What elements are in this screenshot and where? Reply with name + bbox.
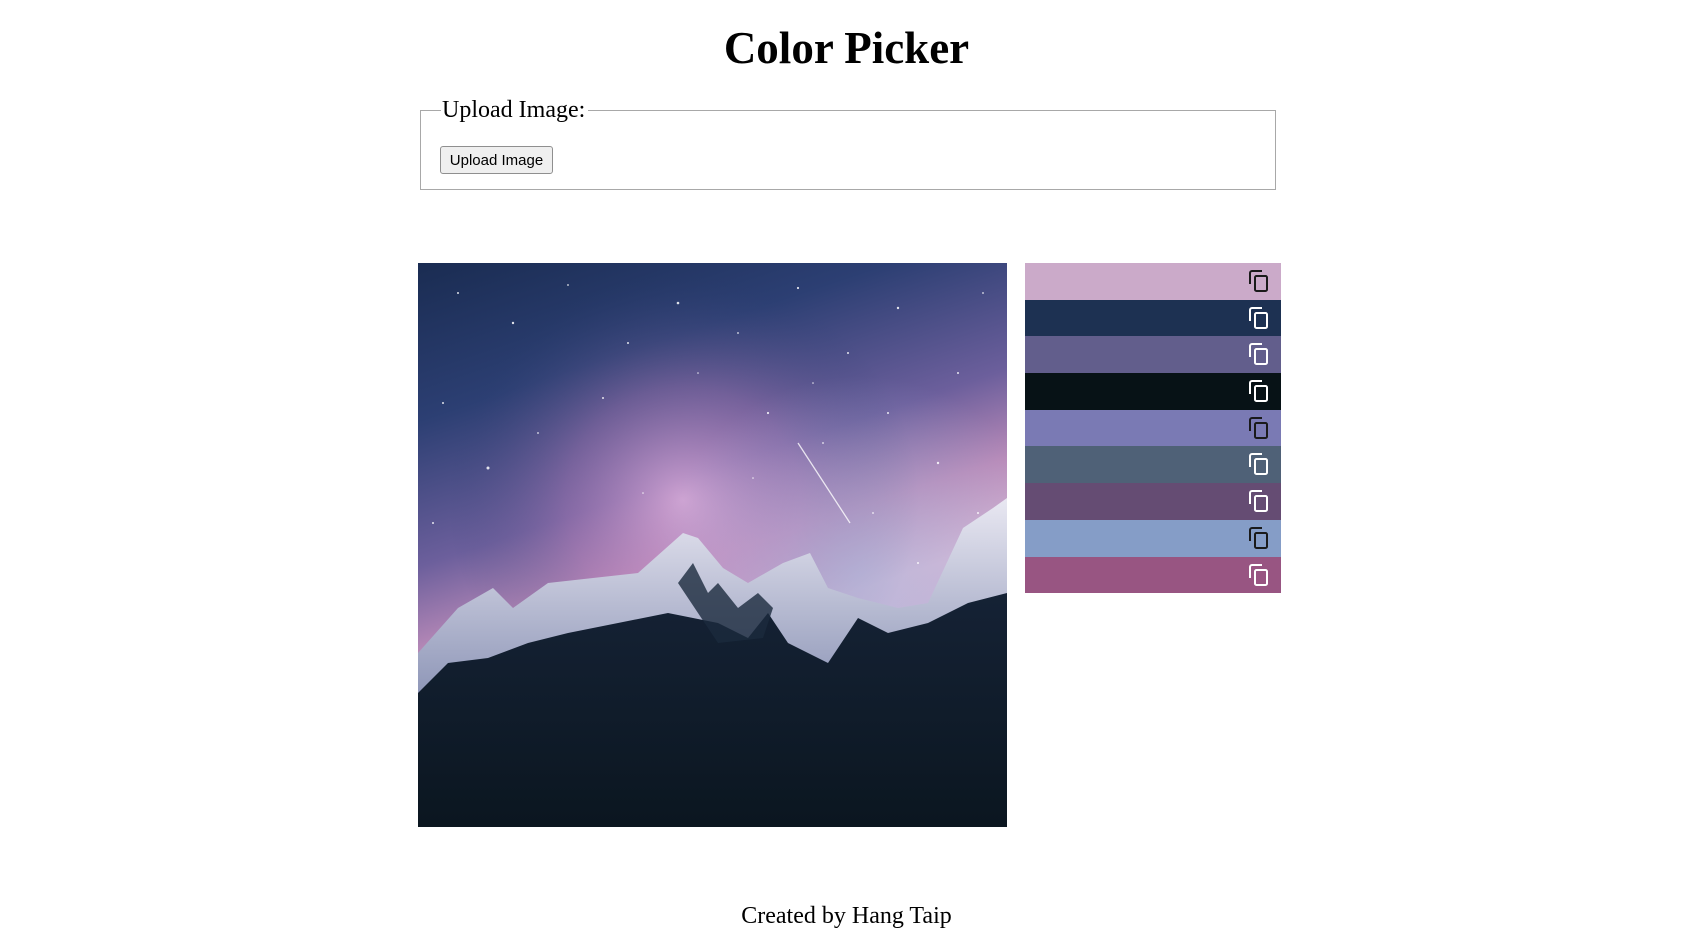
copy-icon[interactable] xyxy=(1247,342,1271,366)
copy-icon[interactable] xyxy=(1247,306,1271,330)
copy-icon[interactable] xyxy=(1247,416,1271,440)
upload-legend: Upload Image: xyxy=(441,95,589,125)
copy-icon[interactable] xyxy=(1247,452,1271,476)
footer-credit: Created by Hang Taip xyxy=(741,903,952,929)
copy-icon[interactable] xyxy=(1247,489,1271,513)
color-swatch[interactable] xyxy=(1025,263,1281,300)
color-swatch[interactable] xyxy=(1025,483,1281,520)
copy-icon[interactable] xyxy=(1247,269,1271,293)
color-swatch[interactable] xyxy=(1025,299,1281,337)
color-swatch[interactable] xyxy=(1025,373,1281,410)
color-swatch[interactable] xyxy=(1025,519,1281,557)
copy-icon[interactable] xyxy=(1247,563,1271,587)
uploaded-image xyxy=(418,263,1007,827)
color-swatch[interactable] xyxy=(1025,556,1281,594)
upload-fieldset: Upload Image: Upload Image xyxy=(420,95,1276,190)
color-swatch[interactable] xyxy=(1025,336,1281,374)
page-title: Color Picker xyxy=(723,23,970,73)
color-swatch[interactable] xyxy=(1025,446,1281,484)
color-palette xyxy=(1025,263,1281,594)
color-swatch[interactable] xyxy=(1025,409,1281,447)
copy-icon[interactable] xyxy=(1247,379,1271,403)
upload-image-button[interactable]: Upload Image xyxy=(440,146,553,174)
copy-icon[interactable] xyxy=(1247,526,1271,550)
